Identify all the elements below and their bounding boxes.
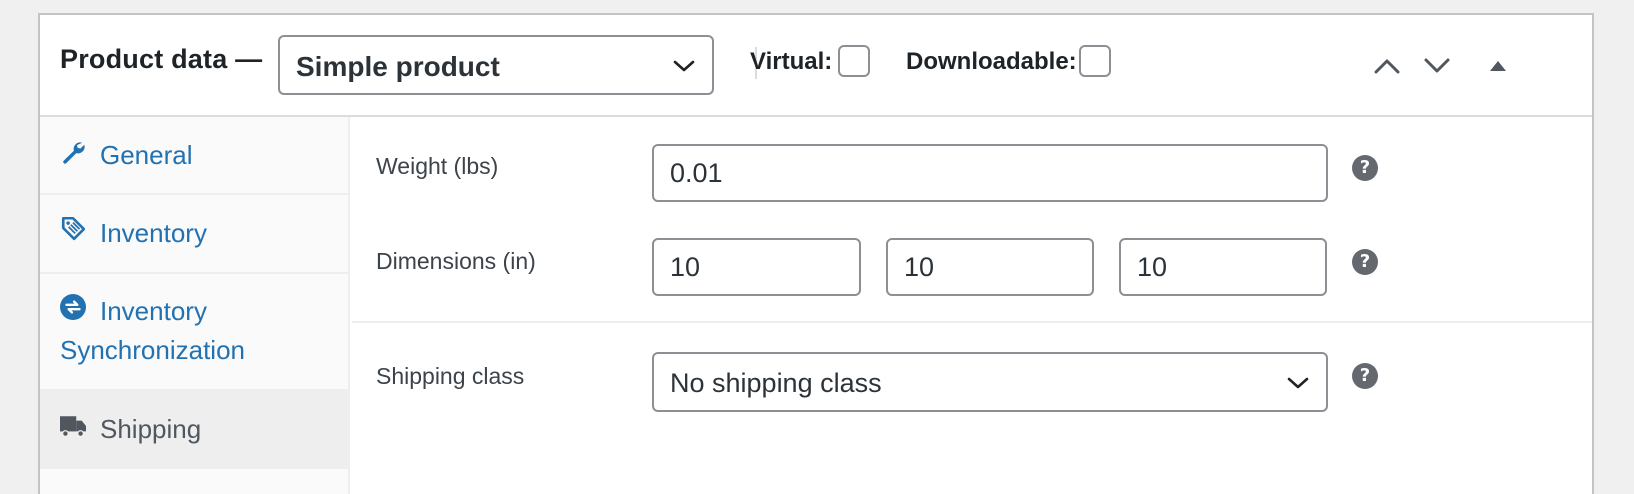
tag-icon <box>61 216 86 241</box>
product-data-panel: Product data — Simple product Virtual: D… <box>38 13 1594 494</box>
product-type-value: Simple product <box>296 51 500 82</box>
shipping-class-label: Shipping class <box>376 363 525 389</box>
section-divider <box>352 321 1592 323</box>
tab-inventory-label: Inventory <box>100 218 207 248</box>
shipping-class-value: No shipping class <box>670 368 882 398</box>
triangle-up-icon <box>1490 61 1506 71</box>
move-up-button[interactable] <box>1372 51 1402 81</box>
tab-inventory[interactable]: Inventory <box>40 195 350 274</box>
tab-inventory-sync-label-line1: Inventory <box>100 296 207 326</box>
chevron-down-icon <box>1287 377 1309 389</box>
chevron-down-icon <box>1424 58 1450 73</box>
sync-icon <box>60 294 86 320</box>
height-input[interactable]: 10 <box>1119 238 1327 296</box>
virtual-label: Virtual: <box>750 48 833 75</box>
panel-title: Product data — <box>60 44 263 74</box>
weight-input[interactable]: 0.01 <box>652 144 1328 202</box>
chevron-up-icon <box>1374 59 1400 74</box>
product-data-tabs: General Inventory Inventory Synchronizat… <box>40 117 350 494</box>
tab-shipping-label: Shipping <box>100 414 202 444</box>
dimensions-help-icon[interactable]: ? <box>1352 249 1378 275</box>
shipping-class-select[interactable]: No shipping class <box>652 352 1328 412</box>
tab-inventory-synchronization[interactable]: Inventory Synchronization <box>40 274 350 391</box>
width-input[interactable]: 10 <box>886 238 1094 296</box>
move-down-button[interactable] <box>1422 51 1452 81</box>
virtual-checkbox[interactable] <box>838 45 870 77</box>
truck-icon <box>60 416 86 438</box>
shipping-class-help-icon[interactable]: ? <box>1352 363 1378 389</box>
weight-help-icon[interactable]: ? <box>1352 155 1378 181</box>
dimensions-label: Dimensions (in) <box>376 248 536 274</box>
tab-general[interactable]: General <box>40 117 350 195</box>
product-type-select[interactable]: Simple product <box>278 35 714 95</box>
tab-general-label: General <box>100 140 193 170</box>
downloadable-label: Downloadable: <box>906 48 1077 75</box>
length-input[interactable]: 10 <box>652 238 861 296</box>
panel-header: Product data — Simple product Virtual: D… <box>40 15 1592 117</box>
tab-inventory-sync-label-line2: Synchronization <box>60 335 245 365</box>
downloadable-checkbox[interactable] <box>1079 45 1111 77</box>
weight-label: Weight (lbs) <box>376 153 499 179</box>
shipping-panel: Weight (lbs) 0.01 ? Dimensions (in) 10 1… <box>352 117 1592 494</box>
chevron-down-icon <box>673 60 695 72</box>
wrench-icon <box>63 142 85 164</box>
tab-shipping[interactable]: Shipping <box>40 391 350 469</box>
toggle-panel-button[interactable] <box>1483 51 1513 81</box>
